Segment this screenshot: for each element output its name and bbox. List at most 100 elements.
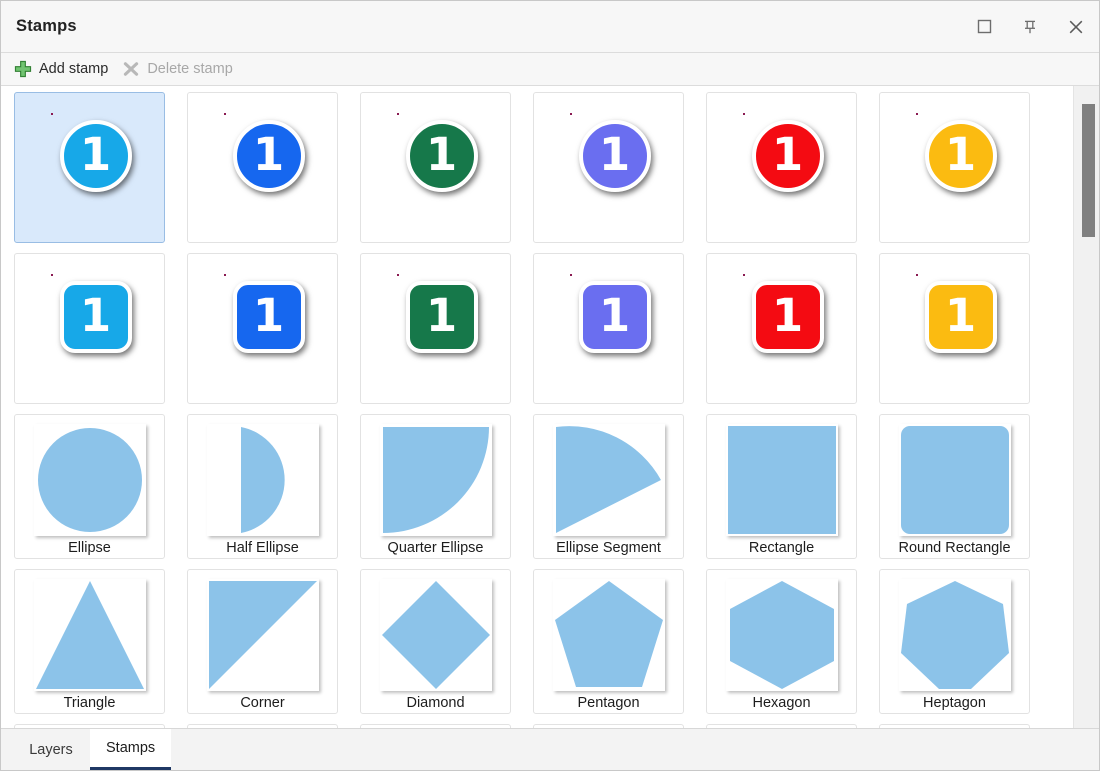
shape-corner[interactable]: Corner — [187, 569, 338, 714]
plus-icon — [14, 60, 32, 78]
tab-label: Layers — [29, 741, 73, 758]
shape-label: Quarter Ellipse — [387, 540, 484, 556]
maximize-icon — [977, 19, 991, 34]
shape-hexagon[interactable]: Hexagon — [706, 569, 857, 714]
stamp-number: 1 — [252, 288, 285, 342]
stamp-rounded-red[interactable]: 1 — [706, 253, 857, 404]
tab-stamps[interactable]: Stamps — [90, 729, 172, 770]
stamp-rounded-yellow[interactable]: 1 — [879, 253, 1030, 404]
shape-ellipse[interactable]: Ellipse — [14, 414, 165, 559]
stamp-badge: 1 — [924, 120, 997, 192]
stamp-circle-purple[interactable]: 1 — [533, 92, 684, 243]
stamp-badge: 1 — [578, 120, 651, 192]
shape-label: Corner — [240, 695, 285, 711]
shape-label: Ellipse Segment — [556, 540, 661, 556]
add-stamp-button[interactable]: Add stamp — [12, 56, 114, 82]
tab-layers[interactable]: Layers — [12, 729, 90, 770]
anchor-dot-icon — [915, 274, 918, 276]
stamp-rounded-blue[interactable]: 1 — [187, 253, 338, 404]
stamp-badge: 1 — [405, 120, 478, 192]
title-bar: Stamps — [1, 1, 1099, 53]
stamp-circle-green[interactable]: 1 — [360, 92, 511, 243]
stamp-thumbnail: 1 — [734, 107, 830, 203]
anchor-dot-icon — [569, 274, 572, 276]
stamp-thumbnail: 1 — [388, 107, 484, 203]
stamp-thumbnail: 1 — [42, 107, 138, 203]
stamp-grid: 1 1 1 1 1 1 1 1 1 1 1 1 Ellipse Half Ellipse Quarter E… — [1, 86, 1063, 728]
stamp-thumbnail: 1 — [42, 268, 138, 364]
pin-button[interactable] — [1007, 1, 1053, 52]
shape-label: Pentagon — [577, 695, 640, 711]
heptagon-icon — [898, 579, 1011, 691]
close-button[interactable] — [1053, 1, 1099, 52]
stamp-thumbnail: 1 — [215, 107, 311, 203]
rectangle-icon — [725, 424, 838, 536]
toolbar: Add stamp Delete stamp — [1, 53, 1099, 86]
ellipse-icon — [33, 424, 146, 536]
x-icon — [124, 62, 139, 76]
shape-label: Half Ellipse — [226, 540, 299, 556]
shape-label: Ellipse — [68, 540, 111, 556]
shape-label: Round Rectangle — [898, 540, 1011, 556]
stamp-number: 1 — [79, 127, 112, 181]
stamp-thumbnail: 1 — [561, 107, 657, 203]
shape-label: Triangle — [63, 695, 116, 711]
delete-stamp-label: Delete stamp — [147, 61, 233, 77]
stamp-rounded-cyan[interactable]: 1 — [14, 253, 165, 404]
anchor-dot-icon — [742, 113, 745, 115]
shape-quarter-ellipse[interactable]: Quarter Ellipse — [360, 414, 511, 559]
shape-triangle[interactable]: Triangle — [14, 569, 165, 714]
anchor-dot-icon — [223, 113, 226, 115]
shape-half-ellipse[interactable]: Half Ellipse — [187, 414, 338, 559]
stamp-number: 1 — [598, 127, 631, 181]
stamp-number: 1 — [944, 127, 977, 181]
stamp-thumbnail: 1 — [388, 268, 484, 364]
stamp-tile-partial[interactable] — [533, 724, 684, 728]
shape-pentagon[interactable]: Pentagon — [533, 569, 684, 714]
shape-heptagon[interactable]: Heptagon — [879, 569, 1030, 714]
stamp-badge: 1 — [232, 120, 305, 192]
stamp-number: 1 — [771, 127, 804, 181]
pin-icon — [1025, 20, 1035, 33]
shape-ellipse-segment[interactable]: Ellipse Segment — [533, 414, 684, 559]
anchor-dot-icon — [396, 113, 399, 115]
stamp-number: 1 — [252, 127, 285, 181]
maximize-button[interactable] — [961, 1, 1007, 52]
stamp-circle-blue[interactable]: 1 — [187, 92, 338, 243]
stamp-number: 1 — [425, 288, 458, 342]
round-rectangle-icon — [898, 424, 1011, 536]
stamp-tile-partial[interactable] — [706, 724, 857, 728]
corner-icon — [206, 579, 319, 691]
shape-round-rectangle[interactable]: Round Rectangle — [879, 414, 1030, 559]
stamp-circle-yellow[interactable]: 1 — [879, 92, 1030, 243]
stamp-circle-cyan[interactable]: 1 — [14, 92, 165, 243]
stamp-circle-red[interactable]: 1 — [706, 92, 857, 243]
window-title: Stamps — [16, 17, 77, 35]
stamp-thumbnail: 1 — [561, 268, 657, 364]
stamp-gallery: 1 1 1 1 1 1 1 1 1 1 1 1 Ellipse Half Ellipse Quarter E… — [1, 86, 1099, 728]
stamp-rounded-purple[interactable]: 1 — [533, 253, 684, 404]
anchor-dot-icon — [396, 274, 399, 276]
shape-label: Diamond — [406, 695, 465, 711]
close-icon — [1069, 20, 1083, 33]
stamp-badge: 1 — [924, 281, 997, 353]
stamp-rounded-green[interactable]: 1 — [360, 253, 511, 404]
stamp-tile-partial[interactable] — [187, 724, 338, 728]
anchor-dot-icon — [742, 274, 745, 276]
stamp-number: 1 — [771, 288, 804, 342]
stamp-tile-partial[interactable] — [14, 724, 165, 728]
stamp-tile-partial[interactable] — [879, 724, 1030, 728]
stamp-tile-partial[interactable] — [360, 724, 511, 728]
vertical-scrollbar[interactable] — [1073, 86, 1099, 728]
stamp-badge: 1 — [751, 281, 824, 353]
scrollbar-thumb[interactable] — [1082, 104, 1095, 237]
shape-diamond[interactable]: Diamond — [360, 569, 511, 714]
shape-label: Rectangle — [748, 540, 815, 556]
delete-stamp-button[interactable]: Delete stamp — [120, 56, 238, 82]
shape-rectangle[interactable]: Rectangle — [706, 414, 857, 559]
diamond-icon — [379, 579, 492, 691]
stamp-badge: 1 — [232, 281, 305, 353]
panel-tabs: Layers Stamps — [1, 728, 1099, 770]
pentagon-icon — [552, 579, 665, 691]
shape-label: Hexagon — [752, 695, 811, 711]
